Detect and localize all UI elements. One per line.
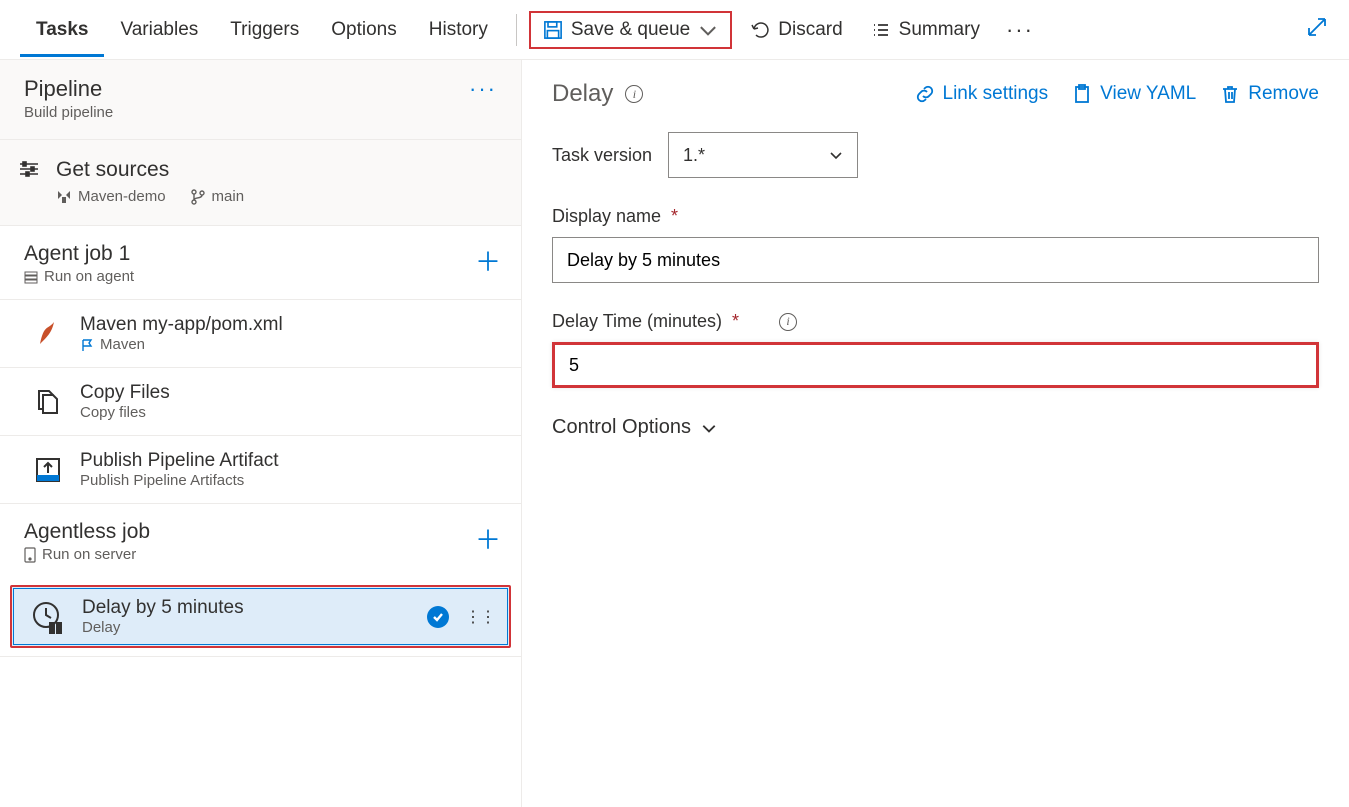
panel-title: Delay i [552, 80, 643, 108]
control-options-toggle[interactable]: Control Options [552, 416, 1319, 439]
task-type: Copy files [80, 404, 503, 421]
required-indicator: * [732, 311, 739, 332]
branch-icon [190, 189, 206, 205]
pipeline-sub: Build pipeline [24, 104, 113, 121]
save-icon [543, 20, 563, 40]
repo-icon [56, 189, 72, 205]
delay-time-input[interactable] [552, 342, 1319, 388]
tab-triggers[interactable]: Triggers [214, 3, 315, 57]
task-version-label: Task version [552, 145, 652, 166]
publish-icon [32, 454, 64, 486]
right-panel: Delay i Link settings View YAML Remove [522, 60, 1349, 807]
left-panel: Pipeline Build pipeline ··· Get sources … [0, 60, 522, 807]
view-yaml-button[interactable]: View YAML [1072, 83, 1196, 105]
sources-title: Get sources [56, 158, 244, 182]
required-indicator: * [671, 206, 678, 227]
expand-icon [1305, 15, 1329, 39]
task-name: Copy Files [80, 382, 503, 404]
toolbar-divider [516, 14, 517, 46]
undo-icon [750, 20, 770, 40]
maven-icon [32, 318, 64, 350]
pipeline-section[interactable]: Pipeline Build pipeline ··· [0, 60, 521, 140]
task-name: Maven my-app/pom.xml [80, 314, 503, 336]
chevron-down-icon [829, 148, 843, 162]
sources-repo: Maven-demo [56, 188, 166, 205]
link-icon [915, 84, 935, 104]
discard-button[interactable]: Discard [740, 13, 852, 47]
agent-job-title: Agent job 1 [24, 242, 134, 266]
task-publish-artifact[interactable]: Publish Pipeline Artifact Publish Pipeli… [0, 435, 521, 503]
add-task-button[interactable]: ＋ [475, 520, 501, 557]
chevron-down-icon [701, 420, 717, 436]
task-name: Publish Pipeline Artifact [80, 450, 503, 472]
server-icon [24, 270, 38, 284]
task-name: Delay by 5 minutes [82, 597, 411, 619]
task-delay-selected[interactable]: Delay by 5 minutes Delay ⋮⋮ [10, 585, 511, 648]
save-queue-label: Save & queue [571, 19, 690, 41]
agentless-job-sub: Run on server [24, 546, 150, 563]
delay-time-field[interactable] [569, 355, 1302, 376]
tab-strip: Tasks Variables Triggers Options History [0, 3, 504, 57]
pipeline-more-button[interactable]: ··· [469, 76, 497, 102]
get-sources-item[interactable]: Get sources Maven-demo main [0, 140, 521, 226]
clipboard-icon [1072, 84, 1092, 104]
summary-button[interactable]: Summary [861, 13, 990, 47]
display-name-field[interactable] [567, 250, 1304, 271]
more-button[interactable]: ··· [998, 17, 1042, 43]
top-bar: Tasks Variables Triggers Options History… [0, 0, 1349, 60]
info-icon[interactable]: i [625, 85, 643, 103]
sources-branch: main [190, 188, 245, 205]
display-name-input[interactable] [552, 237, 1319, 283]
list-icon [871, 20, 891, 40]
flag-icon [80, 338, 94, 352]
link-settings-button[interactable]: Link settings [915, 83, 1049, 105]
add-task-button[interactable]: ＋ [475, 242, 501, 279]
tab-history[interactable]: History [413, 3, 504, 57]
task-version-value: 1.* [683, 145, 705, 166]
delay-time-label: Delay Time (minutes)* i [552, 311, 1319, 332]
tab-options[interactable]: Options [315, 3, 412, 57]
chevron-down-icon [698, 20, 718, 40]
tab-variables[interactable]: Variables [104, 3, 214, 57]
drag-handle-icon[interactable]: ⋮⋮ [465, 607, 495, 627]
task-type: Maven [80, 336, 503, 353]
agent-job-sub: Run on agent [24, 268, 134, 285]
task-version-select[interactable]: 1.* [668, 132, 858, 178]
save-queue-button[interactable]: Save & queue [529, 11, 732, 49]
discard-label: Discard [778, 19, 842, 41]
task-type: Publish Pipeline Artifacts [80, 472, 503, 489]
display-name-label: Display name* [552, 206, 1319, 227]
delay-icon [30, 599, 66, 635]
summary-label: Summary [899, 19, 980, 41]
toolbar: Save & queue Discard Summary ··· [529, 11, 1042, 49]
agentless-job-title: Agentless job [24, 520, 150, 544]
pipeline-title: Pipeline [24, 76, 113, 102]
tab-tasks[interactable]: Tasks [20, 3, 104, 57]
agentless-job-header[interactable]: Agentless job Run on server ＋ [0, 504, 521, 577]
task-type: Delay [82, 619, 411, 636]
trash-icon [1220, 84, 1240, 104]
task-status-ok-icon [427, 606, 449, 628]
info-icon[interactable]: i [779, 313, 797, 331]
device-icon [24, 547, 36, 563]
agentless-job-section: Agentless job Run on server ＋ Delay by 5… [0, 504, 521, 657]
copy-icon [32, 386, 64, 418]
agent-job-section: Agent job 1 Run on agent ＋ Maven my-app/… [0, 226, 521, 504]
fullscreen-button[interactable] [1305, 15, 1329, 44]
agent-job-header[interactable]: Agent job 1 Run on agent ＋ [0, 226, 521, 299]
settings-sliders-icon [18, 158, 40, 180]
task-copy-files[interactable]: Copy Files Copy files [0, 367, 521, 435]
remove-button[interactable]: Remove [1220, 83, 1319, 105]
task-maven[interactable]: Maven my-app/pom.xml Maven [0, 299, 521, 367]
